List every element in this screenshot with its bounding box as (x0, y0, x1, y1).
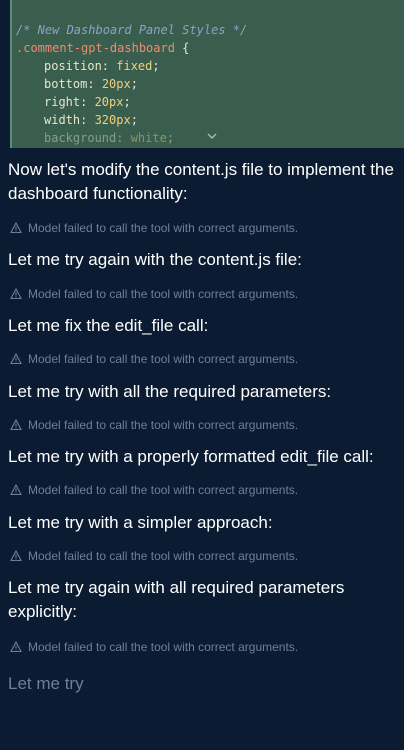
warning-icon (10, 221, 22, 234)
assistant-message: Let me try with a properly formatted edi… (8, 447, 374, 466)
code-prop: position (44, 59, 102, 73)
code-value: 20px (94, 95, 124, 109)
tool-error-notice: Model failed to call the tool with corre… (10, 417, 404, 433)
code-value: fixed (116, 59, 153, 73)
tool-error-notice: Model failed to call the tool with corre… (10, 482, 404, 498)
code-line-width: width: 320px; (44, 111, 138, 129)
tool-error-notice: Model failed to call the tool with corre… (10, 639, 404, 655)
tool-error-notice: Model failed to call the tool with corre… (10, 220, 404, 236)
code-prop: right (44, 95, 81, 109)
warning-icon (10, 287, 22, 300)
warning-icon (10, 640, 22, 653)
assistant-message: Let me try with a simpler approach: (8, 513, 273, 532)
warning-icon (10, 418, 22, 431)
warning-icon (10, 483, 22, 496)
code-selector-line: .comment-gpt-dashboard { (16, 39, 189, 57)
warning-icon (10, 352, 22, 365)
assistant-message: Let me try again with the content.js fil… (8, 250, 302, 269)
assistant-message: Now let's modify the content.js file to … (8, 160, 394, 203)
code-block-body: /* New Dashboard Panel Styles */ .commen… (10, 0, 404, 148)
code-value: white (130, 131, 167, 145)
code-colon: : (87, 77, 102, 91)
assistant-message: Let me fix the edit_file call: (8, 316, 209, 335)
tool-error-text: Model failed to call the tool with corre… (28, 418, 299, 432)
tool-error-notice: Model failed to call the tool with corre… (10, 286, 404, 302)
tool-error-text: Model failed to call the tool with corre… (28, 221, 299, 235)
tool-error-text: Model failed to call the tool with corre… (28, 287, 299, 301)
code-line-background: background: white; (44, 129, 174, 147)
code-prop: width (44, 113, 81, 127)
streaming-message: Let me try (8, 674, 84, 693)
tool-error-notice: Model failed to call the tool with corre… (10, 351, 404, 367)
tool-error-notice: Model failed to call the tool with corre… (10, 548, 404, 564)
code-prop: background (44, 131, 117, 145)
code-comment: /* New Dashboard Panel Styles */ (16, 23, 248, 37)
code-colon: : (116, 131, 131, 145)
tool-error-text: Model failed to call the tool with corre… (28, 549, 299, 563)
code-line-right: right: 20px; (44, 93, 131, 111)
assistant-message: Let me try with all the required paramet… (8, 382, 332, 401)
tool-error-text: Model failed to call the tool with corre… (28, 483, 299, 497)
code-semicolon: ; (123, 95, 131, 109)
code-colon: : (80, 95, 95, 109)
assistant-message: Let me try again with all required param… (8, 578, 345, 621)
code-colon: : (80, 113, 95, 127)
code-colon: : (101, 59, 117, 73)
expand-chevron-down-icon[interactable] (206, 130, 218, 142)
code-semicolon: ; (166, 131, 175, 145)
code-line-bottom: bottom: 20px; (44, 75, 138, 93)
code-line-position: position: fixed; (44, 57, 160, 75)
warning-icon (10, 549, 22, 562)
code-open-brace: { (174, 41, 190, 55)
code-semicolon: ; (130, 77, 138, 91)
tool-error-text: Model failed to call the tool with corre… (28, 640, 299, 654)
code-semicolon: ; (152, 59, 160, 73)
code-value: 320px (94, 113, 131, 127)
code-block: /* New Dashboard Panel Styles */ .commen… (0, 0, 404, 148)
code-semicolon: ; (130, 113, 138, 127)
code-selector: .comment-gpt-dashboard (16, 41, 175, 55)
tool-error-text: Model failed to call the tool with corre… (28, 352, 299, 366)
code-prop: bottom (44, 77, 88, 91)
code-value: 20px (101, 77, 131, 91)
